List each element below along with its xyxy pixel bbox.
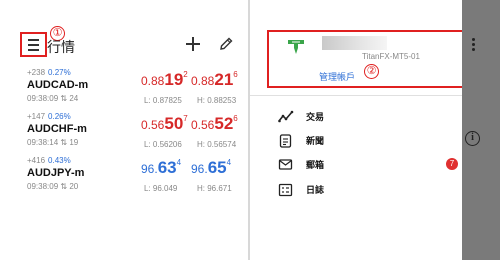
ask-pipette: 6	[233, 114, 238, 123]
spread-value: 20	[69, 182, 79, 191]
change-info: +416 0.43%	[27, 156, 71, 165]
bid-price: 0.56507	[141, 114, 188, 134]
bid-pipette: 4	[176, 158, 182, 167]
quote-time: 09:38:09	[27, 94, 59, 103]
quote-meta: 09:38:09 ⇅ 24	[27, 94, 78, 103]
journal-icon	[278, 183, 294, 197]
trade-chart-icon	[278, 110, 294, 124]
low-price: L: 0.56206	[144, 140, 182, 149]
menu-item-label: 交易	[306, 112, 325, 122]
change-points: +238	[27, 68, 46, 77]
change-info: +238 0.27%	[27, 68, 71, 77]
bid-big-digits: 19	[164, 70, 184, 89]
mail-icon	[278, 158, 294, 172]
symbol-name: AUDCHF-m	[27, 123, 87, 135]
menu-item-journal[interactable]: 日誌	[250, 180, 462, 204]
menu-item-label: 日誌	[306, 185, 325, 195]
unread-badge: 7	[446, 158, 458, 170]
hamburger-menu-button[interactable]	[20, 32, 47, 57]
manage-account-link[interactable]: 管理帳戶	[319, 70, 355, 83]
drawer-divider	[250, 95, 462, 96]
quote-time: 09:38:14	[27, 138, 59, 147]
quote-row[interactable]: +416 0.43% AUDJPY-m 09:38:09 ⇅ 20 96.634 …	[0, 156, 248, 208]
more-options-icon[interactable]	[472, 38, 476, 52]
spread-value: 24	[69, 94, 79, 103]
menu-item-label: 郵箱	[306, 160, 325, 170]
page-title: 行情	[47, 39, 75, 55]
bid-price: 96.634	[141, 158, 181, 178]
change-info: +147 0.26%	[27, 112, 71, 121]
ask-big-digits: 65	[207, 158, 227, 177]
ask-big-digits: 21	[214, 70, 234, 89]
high-price: H: 0.56574	[197, 140, 237, 149]
ask-price: 0.56526	[191, 114, 238, 134]
bid-big-digits: 63	[157, 158, 177, 177]
change-points: +147	[27, 112, 46, 121]
change-percent: 0.26%	[48, 112, 71, 121]
bid-prefix: 96.	[141, 162, 158, 176]
edit-pencil-icon[interactable]	[218, 36, 234, 52]
ask-price: 96.654	[191, 158, 231, 178]
menu-item-trade[interactable]: 交易	[250, 107, 462, 131]
hamburger-bar	[28, 49, 39, 51]
quotes-screen: ① 行情 +238 0.27% AUDCAD-m 09:38:09 ⇅ 24 0.…	[0, 0, 248, 260]
bid-price: 0.88192	[141, 70, 188, 90]
ask-pipette: 4	[226, 158, 232, 167]
bid-prefix: 0.88	[141, 74, 165, 88]
low-price: L: 0.87825	[144, 96, 182, 105]
menu-item-news[interactable]: 新聞	[250, 131, 462, 155]
dimmed-overlay[interactable]: i	[462, 0, 500, 260]
ask-price: 0.88216	[191, 70, 238, 90]
account-server: TitanFX-MT5-01	[362, 52, 420, 61]
account-name-redacted	[322, 36, 387, 50]
news-icon	[278, 134, 294, 148]
add-symbol-button[interactable]	[185, 36, 201, 52]
change-percent: 0.43%	[48, 156, 71, 165]
low-price: L: 96.049	[144, 184, 178, 193]
bid-prefix: 0.56	[141, 118, 165, 132]
info-icon[interactable]: i	[465, 131, 480, 146]
ask-prefix: 0.56	[191, 118, 215, 132]
ask-pipette: 6	[233, 70, 238, 79]
annotation-marker-2: ②	[364, 64, 379, 79]
change-points: +416	[27, 156, 46, 165]
hamburger-bar	[28, 39, 39, 41]
ask-prefix: 0.88	[191, 74, 215, 88]
symbol-name: AUDJPY-m	[27, 167, 85, 179]
ask-prefix: 96.	[191, 162, 208, 176]
quote-meta: 09:38:09 ⇅ 20	[27, 182, 78, 191]
quote-meta: 09:38:14 ⇅ 19	[27, 138, 78, 147]
spread-icon: ⇅	[60, 182, 68, 191]
change-percent: 0.27%	[48, 68, 71, 77]
bid-pipette: 2	[183, 70, 188, 79]
spread-icon: ⇅	[60, 94, 68, 103]
bid-pipette: 7	[183, 114, 188, 123]
spread-icon: ⇅	[60, 138, 68, 147]
bid-big-digits: 50	[164, 114, 184, 133]
titanfx-logo-icon	[287, 38, 305, 56]
menu-item-label: 新聞	[306, 136, 325, 146]
quote-time: 09:38:09	[27, 182, 59, 191]
high-price: H: 0.88253	[197, 96, 237, 105]
ask-big-digits: 52	[214, 114, 234, 133]
spread-value: 19	[69, 138, 79, 147]
hamburger-bar	[28, 44, 39, 46]
symbol-name: AUDCAD-m	[27, 79, 89, 91]
high-price: H: 96.671	[197, 184, 232, 193]
menu-item-mailbox[interactable]: 郵箱 7	[250, 155, 462, 179]
